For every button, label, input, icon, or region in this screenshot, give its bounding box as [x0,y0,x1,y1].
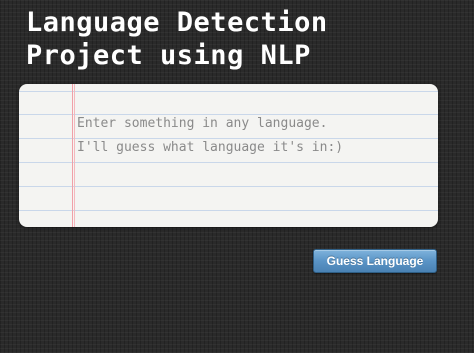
text-input[interactable] [77,112,427,217]
notepad-margin-line-inner [74,84,75,227]
notepad-input-area [19,84,438,227]
page-title: Language Detection Project using NLP [26,6,328,72]
page-title-line-1: Language Detection [26,7,328,38]
guess-language-button[interactable]: Guess Language [313,249,437,273]
page-title-line-2: Project using NLP [26,40,311,71]
notepad-margin-line [72,84,73,227]
